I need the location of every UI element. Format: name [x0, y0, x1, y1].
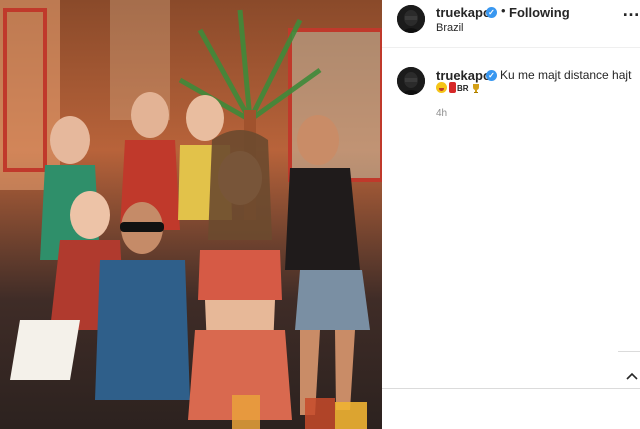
comment-avatar[interactable]: [397, 67, 425, 95]
trophy-emoji-icon: [472, 84, 479, 93]
divider-line: [382, 388, 640, 389]
drink-can-emoji-icon: [449, 82, 456, 93]
following-button[interactable]: Following: [509, 5, 570, 20]
post-photo[interactable]: [0, 0, 382, 429]
separator-dot: •: [501, 3, 506, 18]
location-link[interactable]: Brazil: [436, 22, 464, 34]
tongue-face-emoji-icon: [436, 82, 447, 93]
comment-text: Ku me majt distance hajt: [500, 68, 632, 82]
br-emoji-text: BR: [457, 84, 469, 93]
comment-emoji-line: BR: [436, 82, 481, 94]
photo-illustration: [0, 0, 382, 429]
comment-timestamp[interactable]: 4h: [436, 108, 447, 119]
post-header: truekapo ✓ • Following Brazil …: [382, 0, 640, 48]
comment-username-link[interactable]: truekapo: [436, 68, 491, 83]
chevron-up-icon[interactable]: [624, 368, 640, 384]
more-options-icon[interactable]: …: [622, 0, 640, 21]
comment-verified-badge-icon: ✓: [486, 70, 497, 81]
username-link[interactable]: truekapo: [436, 5, 491, 20]
post-sidebar: truekapo ✓ • Following Brazil … truekapo…: [382, 0, 640, 429]
comment-avatar-image: [397, 67, 425, 95]
avatar[interactable]: [397, 5, 425, 33]
verified-badge-icon: ✓: [486, 7, 497, 18]
avatar-image: [397, 5, 425, 33]
divider-line-upper: [618, 351, 640, 352]
